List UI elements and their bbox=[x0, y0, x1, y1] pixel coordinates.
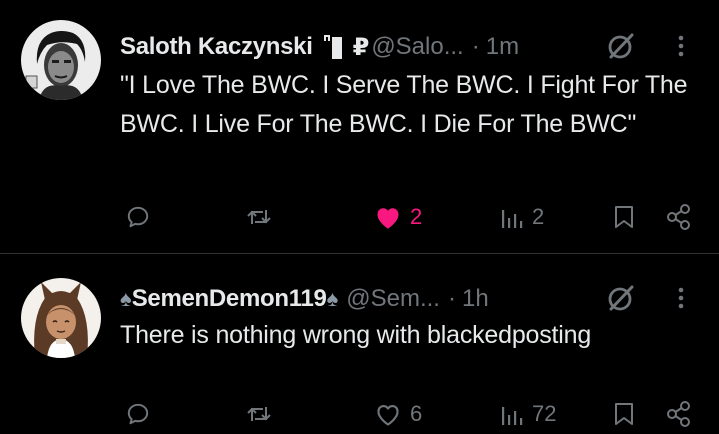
handle[interactable]: @Salo... bbox=[371, 33, 463, 61]
share-button[interactable] bbox=[665, 397, 693, 431]
tweet-header: ♠ SemenDemon119 ♠ @Sem... · 1h bbox=[120, 282, 489, 316]
tweet-header: Saloth Kaczynski ₽ @Salo... · 1m bbox=[120, 30, 519, 64]
more-options-icon[interactable] bbox=[671, 31, 691, 61]
action-bar: 6 72 bbox=[0, 397, 719, 431]
separator-dot: · bbox=[447, 285, 456, 312]
reply-icon bbox=[127, 403, 149, 425]
bookmark-icon bbox=[615, 206, 633, 228]
tweet[interactable]: ♠ SemenDemon119 ♠ @Sem... · 1h There is … bbox=[0, 254, 719, 434]
avatar[interactable] bbox=[21, 20, 101, 100]
currency-emoji: ₽ bbox=[352, 33, 370, 61]
views-icon bbox=[502, 210, 523, 228]
tweet-text: "I Love The BWC. I Serve The BWC. I Figh… bbox=[120, 71, 688, 138]
view-count: 2 bbox=[532, 204, 545, 229]
repost-button[interactable] bbox=[245, 397, 281, 431]
spade-emoji: ♠ bbox=[326, 286, 339, 311]
repost-icon bbox=[247, 210, 271, 224]
like-count: 2 bbox=[410, 204, 423, 229]
views-button[interactable]: 72 bbox=[500, 397, 556, 431]
handle[interactable]: @Sem... bbox=[346, 285, 440, 313]
repost-icon bbox=[247, 407, 271, 421]
more-options-icon[interactable] bbox=[671, 283, 691, 313]
views-icon bbox=[502, 407, 523, 425]
bookmark-button[interactable] bbox=[613, 397, 635, 431]
views-button[interactable]: 2 bbox=[500, 200, 544, 234]
separator-dot: · bbox=[471, 33, 480, 60]
reply-icon bbox=[127, 206, 149, 228]
view-count: 72 bbox=[532, 401, 557, 426]
spade-emoji: ♠ bbox=[120, 286, 132, 311]
tweet-text: There is nothing wrong with blackedposti… bbox=[120, 321, 592, 349]
bookmark-icon bbox=[615, 403, 633, 425]
like-button[interactable]: 6 bbox=[374, 397, 422, 431]
reply-button[interactable] bbox=[125, 397, 159, 431]
avatar[interactable] bbox=[21, 278, 101, 358]
timestamp[interactable]: 1m bbox=[486, 33, 519, 61]
grok-icon[interactable] bbox=[606, 283, 636, 313]
reply-button[interactable] bbox=[125, 200, 159, 234]
like-button[interactable]: 2 bbox=[374, 200, 422, 234]
action-bar: 2 2 bbox=[0, 200, 719, 234]
heart-filled-icon bbox=[377, 208, 399, 229]
grok-icon[interactable] bbox=[606, 31, 636, 61]
share-icon bbox=[667, 204, 690, 230]
share-button[interactable] bbox=[665, 200, 693, 234]
bookmark-button[interactable] bbox=[613, 200, 635, 234]
share-icon bbox=[667, 401, 690, 427]
like-count: 6 bbox=[410, 401, 423, 426]
heart-icon bbox=[377, 405, 399, 426]
timestamp[interactable]: 1h bbox=[462, 285, 489, 313]
display-name[interactable]: SemenDemon119 bbox=[132, 285, 327, 313]
display-name[interactable]: Saloth Kaczynski bbox=[120, 33, 313, 61]
repost-button[interactable] bbox=[245, 200, 281, 234]
flag-icon bbox=[323, 34, 345, 60]
tweet[interactable]: Saloth Kaczynski ₽ @Salo... · 1m "I Love… bbox=[0, 0, 719, 253]
